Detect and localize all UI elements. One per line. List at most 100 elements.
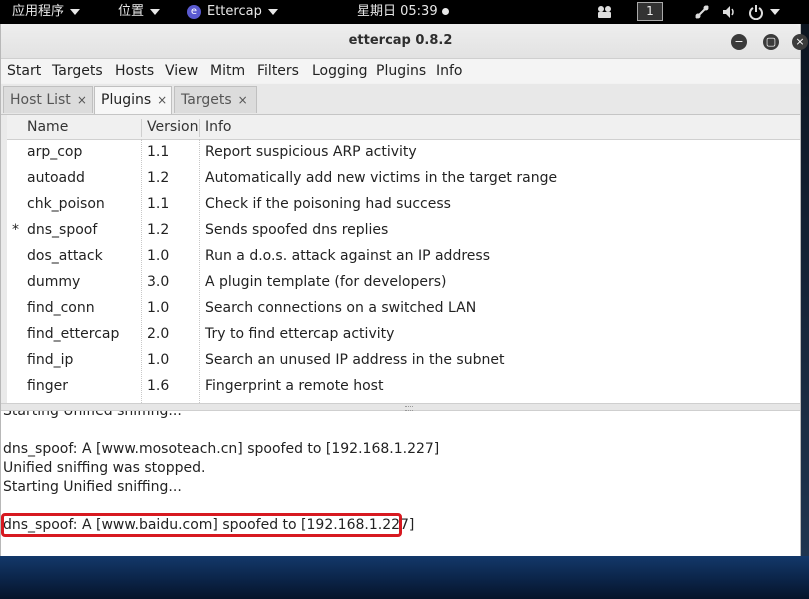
chevron-down-icon — [267, 8, 278, 15]
places-menu[interactable]: 位置 — [118, 0, 161, 24]
plugin-info: Automatically add new victims in the tar… — [205, 170, 558, 186]
chevron-down-icon — [70, 8, 81, 15]
column-divider[interactable] — [141, 119, 142, 137]
plugin-name: dummy — [27, 274, 81, 290]
plugin-name: find_ettercap — [27, 326, 120, 342]
table-row[interactable]: chk_poison 1.1 Check if the poisoning ha… — [7, 191, 800, 217]
log-line: dns_spoof: A [www.mosoteach.cn] spoofed … — [3, 441, 440, 457]
column-divider[interactable] — [199, 119, 200, 137]
tab-host-list[interactable]: Host List × — [3, 86, 93, 113]
plugin-name: finger — [27, 378, 68, 394]
applications-menu-label: 应用程序 — [12, 4, 65, 19]
plugin-name: arp_cop — [27, 144, 83, 160]
plugin-info: Fingerprint a remote host — [205, 378, 384, 394]
plugin-version: 1.0 — [147, 248, 170, 264]
menu-targets[interactable]: Targets — [52, 59, 103, 83]
chevron-down-icon — [770, 8, 780, 15]
table-row[interactable]: dos_attack 1.0 Run a d.o.s. attack again… — [7, 243, 800, 269]
plugin-version: 1.0 — [147, 300, 170, 316]
table-row[interactable]: autoadd 1.2 Automatically add new victim… — [7, 165, 800, 191]
plugin-version: 1.2 — [147, 170, 170, 186]
table-row[interactable]: find_ettercap 2.0 Try to find ettercap a… — [7, 321, 800, 347]
network-icon[interactable] — [694, 0, 710, 24]
plugin-info: Try to find ettercap activity — [205, 326, 395, 342]
menu-hosts[interactable]: Hosts — [115, 59, 154, 83]
minimize-icon: − — [734, 35, 744, 48]
plugin-version: 1.2 — [147, 222, 170, 238]
close-tab-icon[interactable]: × — [238, 93, 248, 107]
top-panel: 应用程序 位置 e Ettercap 星期日 05:39 1 — [0, 0, 809, 24]
places-menu-label: 位置 — [118, 4, 145, 19]
log-line: Unified sniffing was stopped. — [3, 460, 206, 476]
plugins-table: Name Version Info arp_cop 1.1 Report sus… — [1, 115, 800, 403]
applications-menu[interactable]: 应用程序 — [12, 0, 81, 24]
close-icon: × — [795, 35, 805, 48]
maximize-icon: ▢ — [765, 35, 777, 48]
window-titlebar[interactable]: ettercap 0.8.2 − ▢ × — [1, 24, 808, 59]
column-header-name[interactable]: Name — [27, 115, 68, 139]
table-row[interactable]: finger 1.6 Fingerprint a remote host — [7, 373, 800, 399]
workspace-indicator[interactable]: 1 — [637, 0, 663, 24]
log-line: Starting Unified sniffing... — [3, 479, 182, 495]
plugin-version: 2.0 — [147, 326, 170, 342]
notification-dot-icon — [441, 8, 449, 15]
menu-plugins[interactable]: Plugins — [376, 59, 426, 83]
plugin-name: dos_attack — [27, 248, 103, 264]
plugin-name: dns_spoof — [27, 222, 98, 238]
tab-plugins[interactable]: Plugins × — [94, 86, 172, 114]
active-app-label: Ettercap — [207, 4, 262, 19]
plugin-info: Search connections on a switched LAN — [205, 300, 477, 316]
active-app-menu[interactable]: e Ettercap — [187, 0, 278, 24]
plugin-version: 1.6 — [147, 378, 170, 394]
menu-view[interactable]: View — [165, 59, 198, 83]
plugin-version: 1.0 — [147, 352, 170, 368]
menu-filters[interactable]: Filters — [257, 59, 299, 83]
close-tab-icon[interactable]: × — [77, 93, 87, 107]
table-row[interactable]: * dns_spoof 1.2 Sends spoofed dns replie… — [7, 217, 800, 243]
tab-label: Targets — [181, 92, 232, 108]
camera-tray-icon[interactable] — [596, 0, 614, 24]
column-header-version[interactable]: Version — [147, 115, 198, 139]
plugin-name: autoadd — [27, 170, 85, 186]
plugin-info: Sends spoofed dns replies — [205, 222, 389, 238]
minimize-button[interactable]: − — [731, 34, 747, 50]
plugin-info: Report suspicious ARP activity — [205, 144, 417, 160]
tab-label: Host List — [10, 92, 71, 108]
plugin-name: find_ip — [27, 352, 74, 368]
tab-targets[interactable]: Targets × — [174, 86, 257, 113]
menu-mitm[interactable]: Mitm — [210, 59, 245, 83]
plugin-version: 1.1 — [147, 196, 170, 212]
volume-icon[interactable] — [721, 0, 737, 24]
plugin-name: chk_poison — [27, 196, 105, 212]
power-menu[interactable] — [748, 0, 780, 24]
loaded-mark: * — [12, 222, 19, 238]
table-row[interactable]: find_conn 1.0 Search connections on a sw… — [7, 295, 800, 321]
column-header-info[interactable]: Info — [205, 115, 232, 139]
menu-info[interactable]: Info — [436, 59, 463, 83]
close-button[interactable]: × — [792, 34, 808, 50]
plugin-version: 1.1 — [147, 144, 170, 160]
menu-logging[interactable]: Logging — [312, 59, 368, 83]
maximize-button[interactable]: ▢ — [763, 34, 779, 50]
menu-bar: Start Targets Hosts View Mitm Filters Lo… — [1, 59, 800, 83]
close-tab-icon[interactable]: × — [157, 93, 167, 107]
clock[interactable]: 星期日 05:39 — [357, 0, 449, 24]
plugin-info: A plugin template (for developers) — [205, 274, 447, 290]
table-row[interactable]: dummy 3.0 A plugin template (for develop… — [7, 269, 800, 295]
ettercap-window: ettercap 0.8.2 − ▢ × Start Targets Hosts… — [0, 24, 808, 556]
desktop-background — [0, 556, 809, 599]
clock-label: 星期日 05:39 — [357, 4, 438, 19]
tab-label: Plugins — [101, 92, 152, 108]
plugin-info: Check if the poisoning had success — [205, 196, 451, 212]
workspace-number: 1 — [637, 2, 663, 21]
menu-start[interactable]: Start — [7, 59, 41, 83]
table-row[interactable]: arp_cop 1.1 Report suspicious ARP activi… — [7, 139, 800, 165]
highlight-annotation — [1, 513, 402, 537]
table-header: Name Version Info — [7, 115, 800, 140]
table-row[interactable]: find_ip 1.0 Search an unused IP address … — [7, 347, 800, 373]
pane-divider[interactable] — [1, 403, 800, 411]
log-output: Starting Unified sniffing... dns_spoof: … — [1, 411, 800, 556]
window-title: ettercap 0.8.2 — [348, 33, 453, 48]
plugin-info: Run a d.o.s. attack against an IP addres… — [205, 248, 490, 264]
chevron-down-icon — [150, 8, 161, 15]
